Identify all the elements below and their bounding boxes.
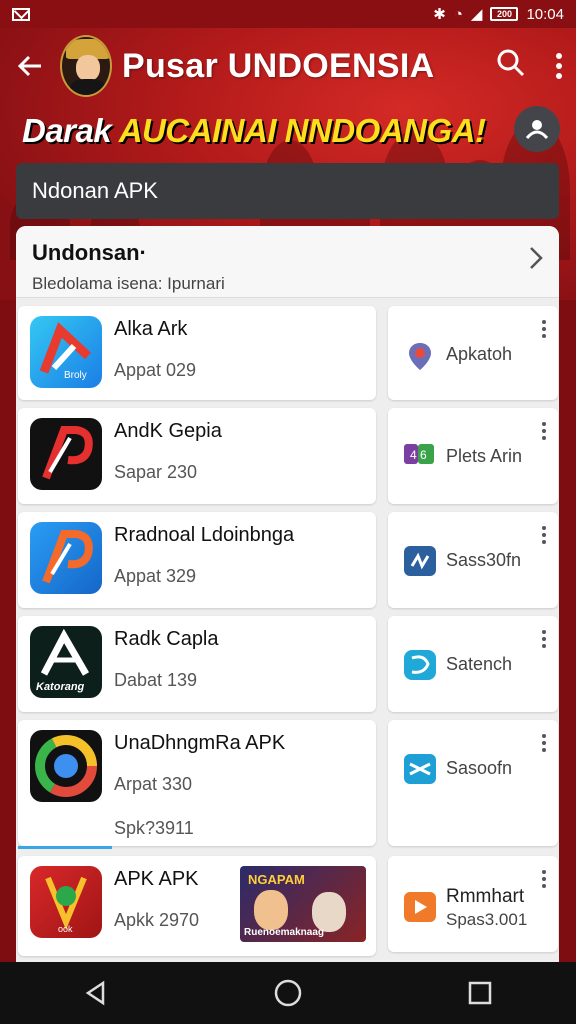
app-name: Alka Ark [114, 318, 188, 340]
media-icon [404, 546, 436, 576]
list-item[interactable]: Katorang Radk Capla Dabat 139 [18, 616, 376, 712]
nav-back-icon[interactable] [76, 973, 116, 1013]
mail-icon [12, 7, 30, 21]
bluetooth-icon: ✱ [433, 6, 446, 23]
side-label: Apkatoh [446, 344, 513, 364]
svg-text:Katorang: Katorang [36, 681, 85, 693]
promo-title: NGAPAM [248, 872, 305, 887]
tag-icon: 4 6 [404, 442, 436, 472]
side-item[interactable]: Sasoofn [388, 720, 558, 846]
list-item[interactable]: Broly Alka Ark Appat 029 [18, 306, 376, 400]
list-item[interactable]: AndK Gepia Sapar 230 [18, 408, 376, 504]
app-list-panel: Undonsan· Bledolama isena: Ipurnari Brol… [16, 226, 559, 966]
app-extra: Spk?3911 [114, 818, 194, 838]
svg-text:ook: ook [58, 924, 73, 934]
app-meta: Arpat 330 [114, 774, 193, 794]
signal-icon: ◢ [470, 6, 483, 23]
avatar[interactable] [60, 35, 112, 97]
app-name: Radk Capla [114, 628, 219, 650]
app-icon [30, 522, 102, 594]
side-item[interactable]: Apkatoh [388, 306, 558, 400]
app-meta: Apkk 2970 [114, 910, 200, 930]
app-meta: Appat 329 [114, 566, 197, 586]
app-name: AndK Gepia [114, 420, 222, 442]
side-label: Rmmhart [446, 886, 525, 907]
side-meta: Spas3.001 [446, 910, 528, 929]
promo-thumbnail[interactable]: NGAPAM Ruenoemaknaag [240, 866, 366, 942]
app-meta: Sapar 230 [114, 462, 198, 482]
battery-icon: 200 [490, 7, 519, 21]
section-header[interactable]: Undonsan· Bledolama isena: Ipurnari [16, 226, 559, 298]
bookmark-icon [404, 650, 436, 680]
app-name: UnaDhngmRa APK [114, 732, 286, 754]
page-title: Pusar UNDOENSIA [122, 46, 435, 85]
list-item[interactable]: Rradnoal Ldoinbnga Appat 329 [18, 512, 376, 608]
banner-text-2: AUCAINAI NNDOANGA! [118, 112, 486, 149]
group-icon [525, 120, 549, 140]
side-item[interactable]: 4 6 Plets Arin [388, 408, 558, 504]
promo-banner: Darak AUCAINAI NNDOANGA! [22, 112, 486, 150]
shuffle-icon [404, 754, 436, 784]
back-arrow-icon[interactable] [0, 28, 60, 104]
nav-recents-icon[interactable] [460, 973, 500, 1013]
app-name: Rradnoal Ldoinbnga [114, 524, 295, 546]
app-icon: ook [30, 866, 102, 938]
status-bar: ✱ ◔ ◢ 200 10:04 [0, 0, 576, 28]
kebab-icon[interactable] [542, 320, 546, 338]
app-icon [30, 418, 102, 490]
side-label: Sass30fn [446, 550, 522, 570]
app-icon: Broly [30, 316, 102, 388]
svg-text:4 6: 4 6 [410, 448, 427, 462]
kebab-icon[interactable] [542, 734, 546, 752]
app-icon: Katorang [30, 626, 102, 698]
navigation-bar [0, 962, 576, 1024]
wifi-icon: ◔ [453, 5, 463, 23]
svg-text:Broly: Broly [64, 370, 87, 381]
section-subtitle: Bledolama isena: Ipurnari [32, 274, 225, 293]
side-label: Plets Arin [446, 446, 523, 466]
side-item[interactable]: Sass30fn [388, 512, 558, 608]
kebab-icon[interactable] [542, 870, 546, 888]
app-bar: Pusar UNDOENSIA [0, 28, 576, 104]
side-item[interactable]: Satench [388, 616, 558, 712]
app-meta: Dabat 139 [114, 670, 198, 690]
list-item[interactable]: ook APK APK Apkk 2970 NGAPAM Ruenoemakna… [18, 856, 376, 956]
side-item[interactable]: Rmmhart Spas3.001 [388, 856, 558, 952]
play-icon [404, 892, 436, 922]
kebab-icon[interactable] [542, 526, 546, 544]
app-name: APK APK [114, 868, 199, 890]
banner-text-1: Darak [22, 112, 119, 149]
kebab-icon[interactable] [542, 630, 546, 648]
side-label: Satench [446, 654, 513, 674]
side-label: Sasoofn [446, 758, 513, 778]
overflow-menu-icon[interactable] [556, 53, 562, 79]
section-title: Undonsan· [32, 240, 147, 265]
search-input[interactable]: Ndonan APK [16, 163, 559, 219]
clock: 10:04 [526, 5, 564, 23]
kebab-icon[interactable] [542, 422, 546, 440]
nav-home-icon[interactable] [268, 973, 308, 1013]
promo-subtitle: Ruenoemaknaag [244, 927, 325, 938]
progress-indicator [18, 846, 112, 849]
chevron-right-icon [529, 246, 543, 277]
app-icon [30, 730, 102, 802]
list-item[interactable]: UnaDhngmRa APK Arpat 330 Spk?3911 [18, 720, 376, 846]
search-icon[interactable] [496, 48, 526, 85]
app-meta: Appat 029 [114, 360, 197, 380]
hero-profile-button[interactable] [514, 106, 560, 152]
location-pin-icon [404, 340, 436, 370]
